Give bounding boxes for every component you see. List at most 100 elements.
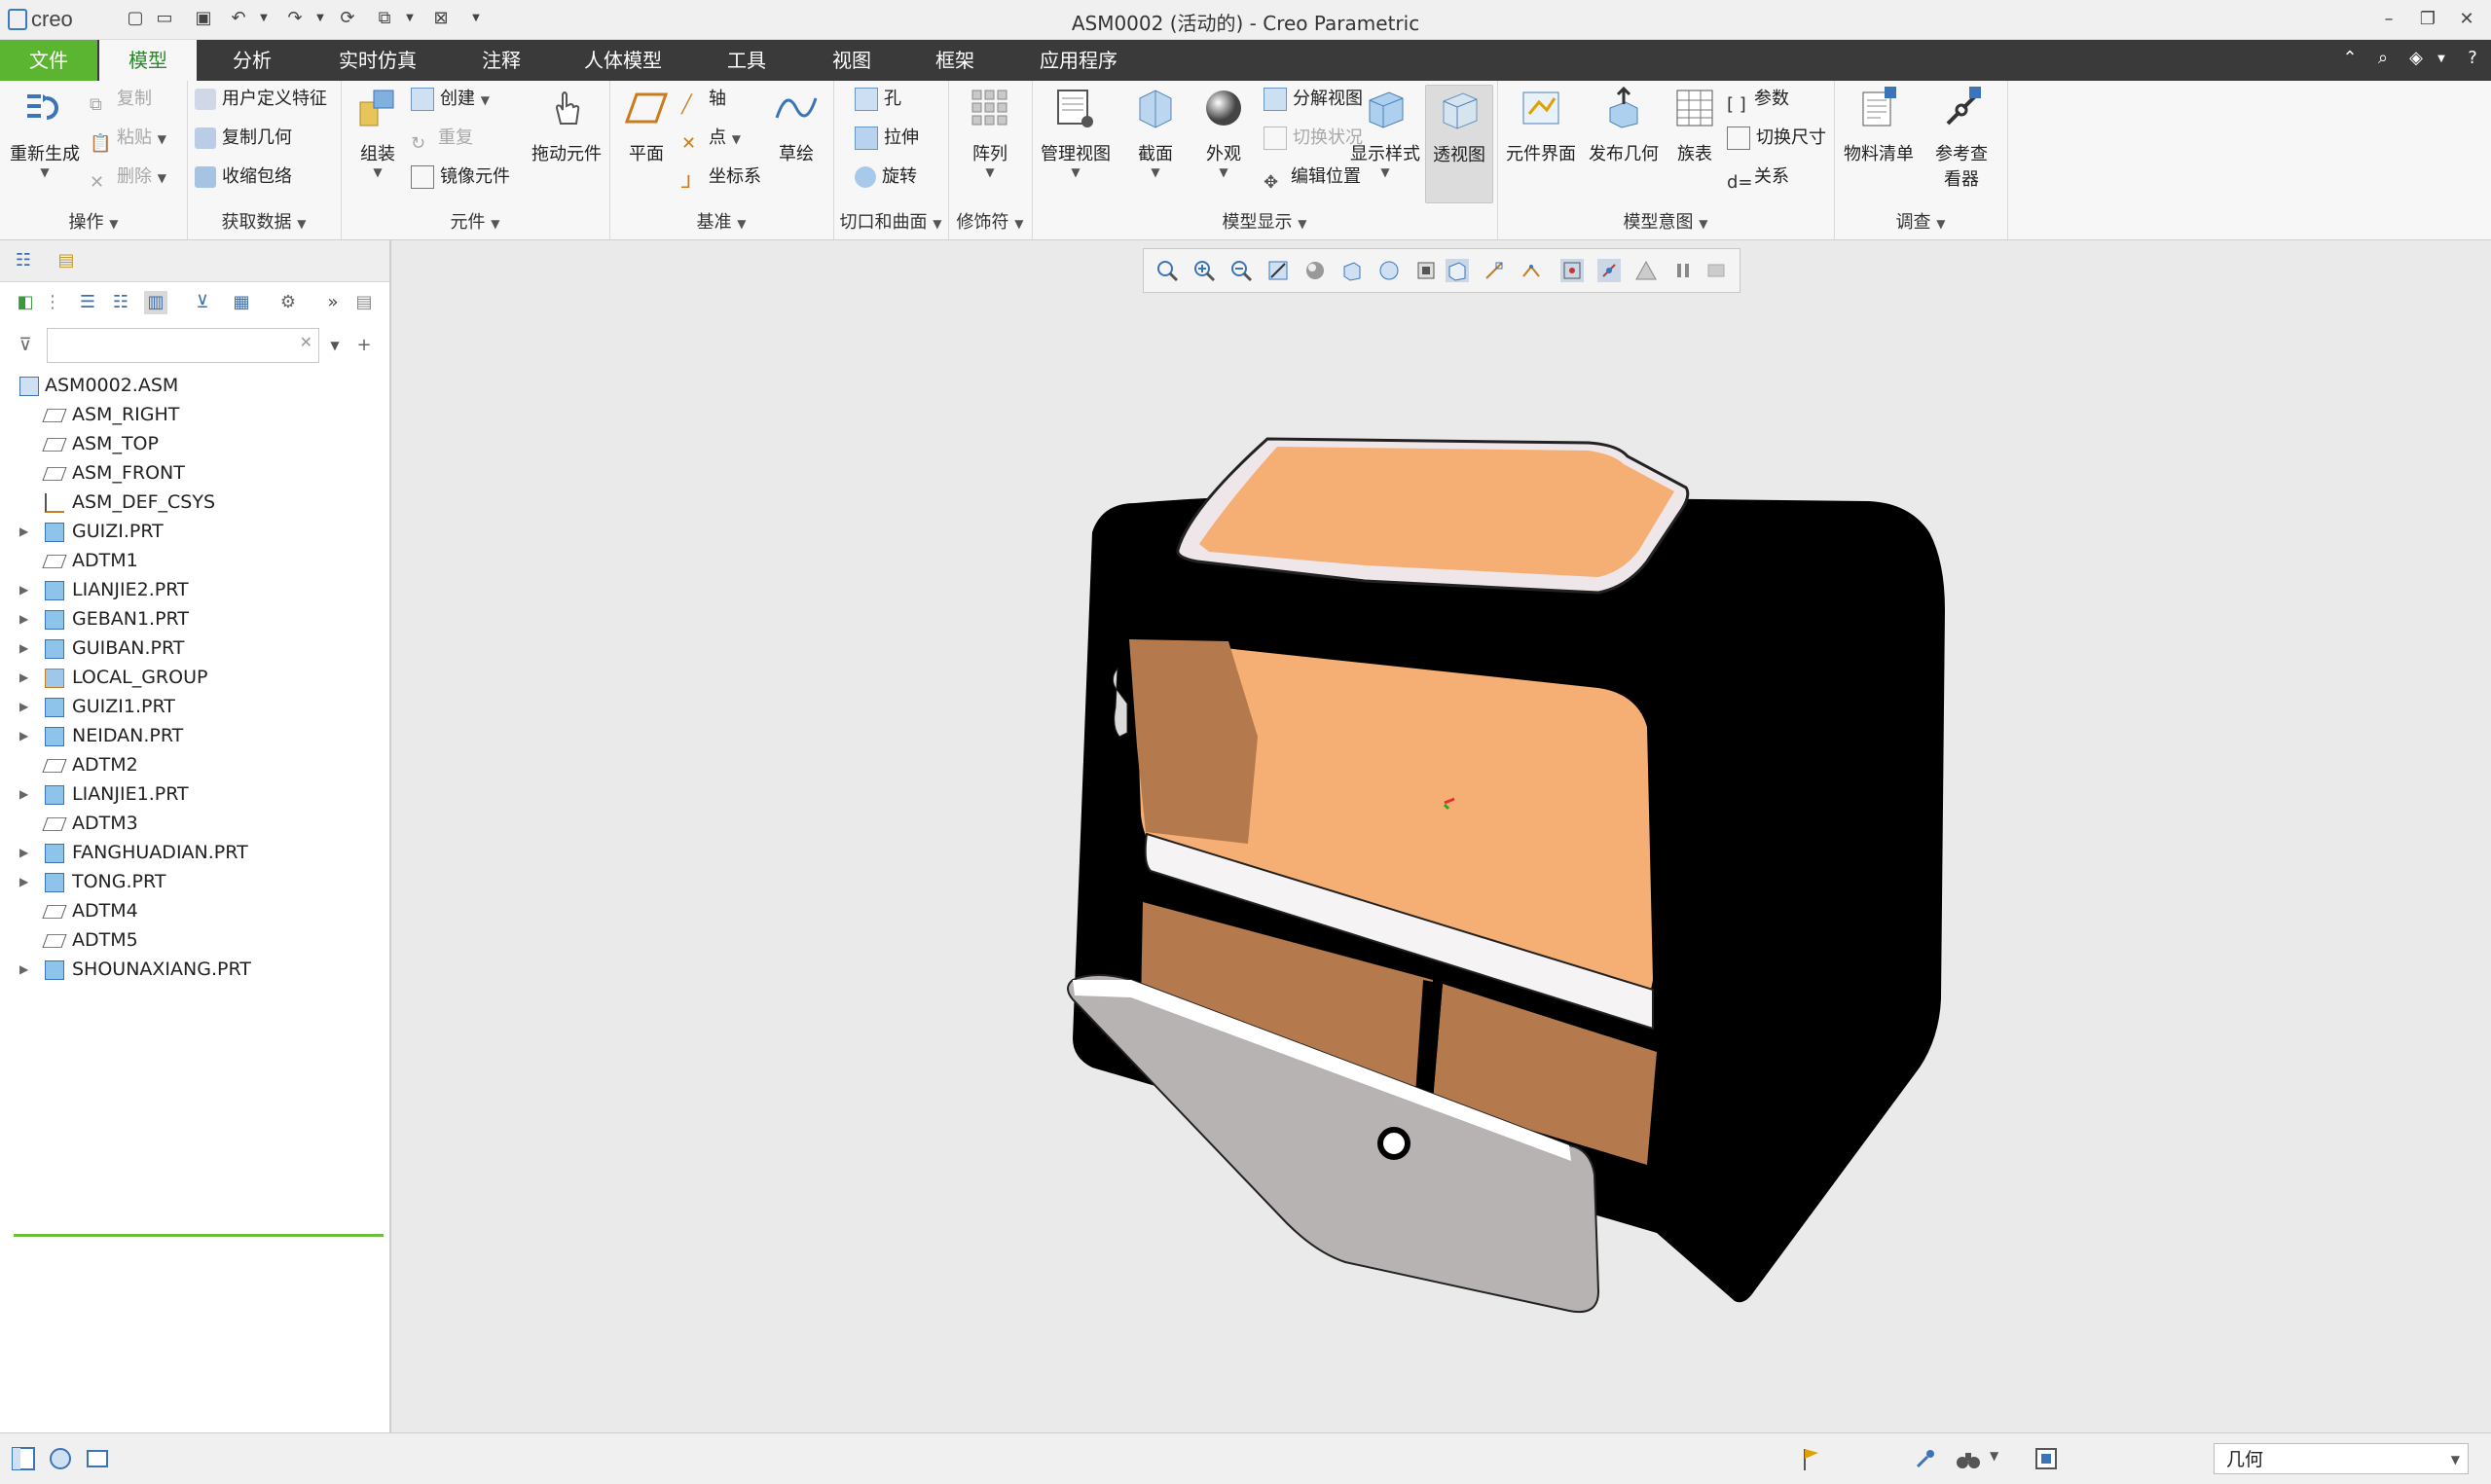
settings-gear-icon[interactable]: ⚙ (276, 291, 300, 314)
expand-arrow-icon[interactable]: ▶ (19, 955, 31, 984)
component-interface-button[interactable]: 元件界面 (1501, 85, 1581, 165)
sketch-button[interactable]: 草绘 (765, 85, 827, 165)
learning-connector-icon[interactable]: ◈ (2404, 48, 2428, 68)
section-dropdown-icon[interactable]: ▼ (1121, 165, 1190, 179)
hole-button[interactable]: 孔 (855, 83, 901, 116)
minimize-icon[interactable]: – (2369, 4, 2408, 35)
find-binoculars-icon[interactable] (1955, 1445, 1982, 1472)
expand-arrow-icon[interactable]: ▶ (19, 692, 31, 721)
tab-framework[interactable]: 框架 (911, 40, 999, 81)
clear-search-icon[interactable]: ✕ (300, 333, 312, 351)
plane-button[interactable]: 平面 (615, 85, 678, 165)
graphics-area[interactable] (391, 240, 2491, 1432)
tree-node[interactable]: ADTM4 (0, 896, 389, 925)
tree-node[interactable]: ASM_FRONT (0, 458, 389, 488)
udf-button[interactable]: 用户定义特征 (195, 83, 327, 116)
group-model-display-label[interactable]: 模型显示 ▼ (1032, 208, 1497, 234)
find-icon[interactable]: ▤ (352, 291, 376, 314)
tab-tools[interactable]: 工具 (703, 40, 790, 81)
regenerate-button[interactable]: 重新生成 ▼ (6, 85, 84, 179)
close-icon[interactable]: ✕ (2447, 4, 2486, 35)
full-screen-icon[interactable] (84, 1445, 111, 1472)
delete-button[interactable]: ✕ 删除 ▼ (90, 161, 166, 194)
filter-icon[interactable]: ⊽ (14, 334, 37, 357)
tab-manikin[interactable]: 人体模型 (563, 40, 683, 81)
reference-viewer-button[interactable]: 参考查看器 (1922, 85, 2001, 191)
mirror-component-button[interactable]: 镜像元件 (411, 161, 510, 194)
find-dropdown-icon[interactable]: ▼ (1990, 1449, 1998, 1463)
group-model-intent-label[interactable]: 模型意图 ▼ (1497, 208, 1834, 234)
tab-file[interactable]: 文件 (0, 40, 97, 81)
regenerate-dropdown-icon[interactable]: ▼ (6, 165, 84, 179)
pattern-button[interactable]: 阵列 ▼ (952, 85, 1028, 179)
appearance-button[interactable]: 外观 ▼ (1190, 85, 1258, 179)
help-icon[interactable]: ? (2461, 48, 2484, 68)
tree-search-input[interactable]: ✕ (47, 328, 319, 363)
tree-node[interactable]: ▶ TONG.PRT (0, 867, 389, 896)
display-style-button[interactable]: 显示样式 ▼ (1347, 85, 1423, 179)
search-dropdown-icon[interactable]: ▼ (323, 334, 347, 357)
csys-button[interactable]: ⅃ 坐标系 (681, 161, 761, 194)
group-operations-label[interactable]: 操作 ▼ (0, 208, 187, 234)
expand-arrow-icon[interactable]: ▶ (19, 517, 31, 546)
copy-button[interactable]: ⧉ 复制 (90, 83, 152, 116)
manage-views-button[interactable]: 管理视图 ▼ (1036, 85, 1116, 179)
tree-view-icon[interactable]: ☰ (76, 291, 99, 314)
tree-node[interactable]: ADTM2 (0, 750, 389, 779)
tree-node[interactable]: ▶ SHOUNAXIANG.PRT (0, 955, 389, 984)
show-navigator-icon[interactable] (10, 1445, 37, 1472)
tree-node[interactable]: ADTM3 (0, 809, 389, 838)
selection-tool-icon[interactable] (1912, 1445, 1939, 1472)
drawer-knob[interactable] (1377, 1127, 1410, 1160)
add-column-icon[interactable]: + (352, 334, 376, 357)
relations-button[interactable]: d=关系 (1727, 161, 1789, 194)
appearance-dropdown-icon[interactable]: ▼ (1190, 165, 1258, 179)
tree-filters-icon[interactable]: ⊻ (191, 291, 214, 314)
learning-dropdown-icon[interactable]: ▼ (2430, 54, 2453, 64)
bill-of-materials-button[interactable]: 物料清单 (1838, 85, 1920, 165)
expand-arrow-icon[interactable]: ▶ (19, 575, 31, 604)
show-browser-icon[interactable] (47, 1445, 74, 1472)
tree-node[interactable]: ASM_TOP (0, 429, 389, 458)
switch-dimensions-button[interactable]: 切换尺寸 (1727, 122, 1826, 155)
tree-node[interactable]: ASM_DEF_CSYS (0, 488, 389, 517)
create-button[interactable]: 创建 ▼ (411, 83, 490, 116)
group-modifiers-label[interactable]: 修饰符 ▼ (948, 208, 1032, 234)
group-component-label[interactable]: 元件 ▼ (341, 208, 609, 234)
group-cuts-surfaces-label[interactable]: 切口和曲面 ▼ (833, 208, 948, 234)
search-icon[interactable]: ⌕ (2371, 48, 2395, 68)
expand-arrow-icon[interactable]: ▶ (19, 604, 31, 633)
axis-button[interactable]: ╱ 轴 (681, 83, 726, 116)
tree-node[interactable]: ▶ LIANJIE2.PRT (0, 575, 389, 604)
point-button[interactable]: ✕ 点 ▼ (681, 122, 741, 155)
assemble-button[interactable]: 组装 ▼ (348, 85, 407, 179)
assemble-dropdown-icon[interactable]: ▼ (348, 165, 407, 179)
tree-node[interactable]: ▶ LOCAL_GROUP (0, 663, 389, 692)
tab-live-simulation[interactable]: 实时仿真 (317, 40, 438, 81)
show-icon[interactable]: ◧ (14, 291, 37, 314)
collapse-ribbon-icon[interactable]: ⌃ (2338, 48, 2362, 68)
more-tools-icon[interactable]: » (321, 291, 345, 314)
family-table-button[interactable]: 族表 (1665, 85, 1725, 165)
manage-views-dropdown-icon[interactable]: ▼ (1036, 165, 1116, 179)
tab-analysis[interactable]: 分析 (206, 40, 298, 81)
tab-applications[interactable]: 应用程序 (1022, 40, 1135, 81)
tree-node[interactable]: ▶ LIANJIE1.PRT (0, 779, 389, 809)
revolve-button[interactable]: 旋转 (855, 161, 917, 194)
tab-annotate[interactable]: 注释 (458, 40, 545, 81)
folder-browser-tab-icon[interactable]: ▤ (55, 249, 78, 272)
expand-arrow-icon[interactable]: ▶ (19, 867, 31, 896)
group-get-data-label[interactable]: 获取数据 ▼ (187, 208, 341, 234)
edit-position-button[interactable]: ✥ 编辑位置 (1264, 161, 1361, 194)
tree-node[interactable]: ASM0002.ASM (0, 371, 389, 400)
filter-dropdown-icon[interactable]: ▼ (2451, 1444, 2460, 1475)
columns-view-icon[interactable]: ▥ (144, 291, 167, 314)
cabinet-3d-model[interactable] (391, 240, 2491, 1432)
repeat-button[interactable]: ↻ 重复 (411, 122, 473, 155)
restore-icon[interactable]: ❐ (2408, 4, 2447, 35)
publish-geometry-button[interactable]: 发布几何 (1583, 85, 1665, 165)
tab-view[interactable]: 视图 (808, 40, 896, 81)
tree-node[interactable]: ADTM1 (0, 546, 389, 575)
copy-geometry-button[interactable]: 复制几何 (195, 122, 292, 155)
selection-filter-icon[interactable] (2033, 1445, 2060, 1472)
